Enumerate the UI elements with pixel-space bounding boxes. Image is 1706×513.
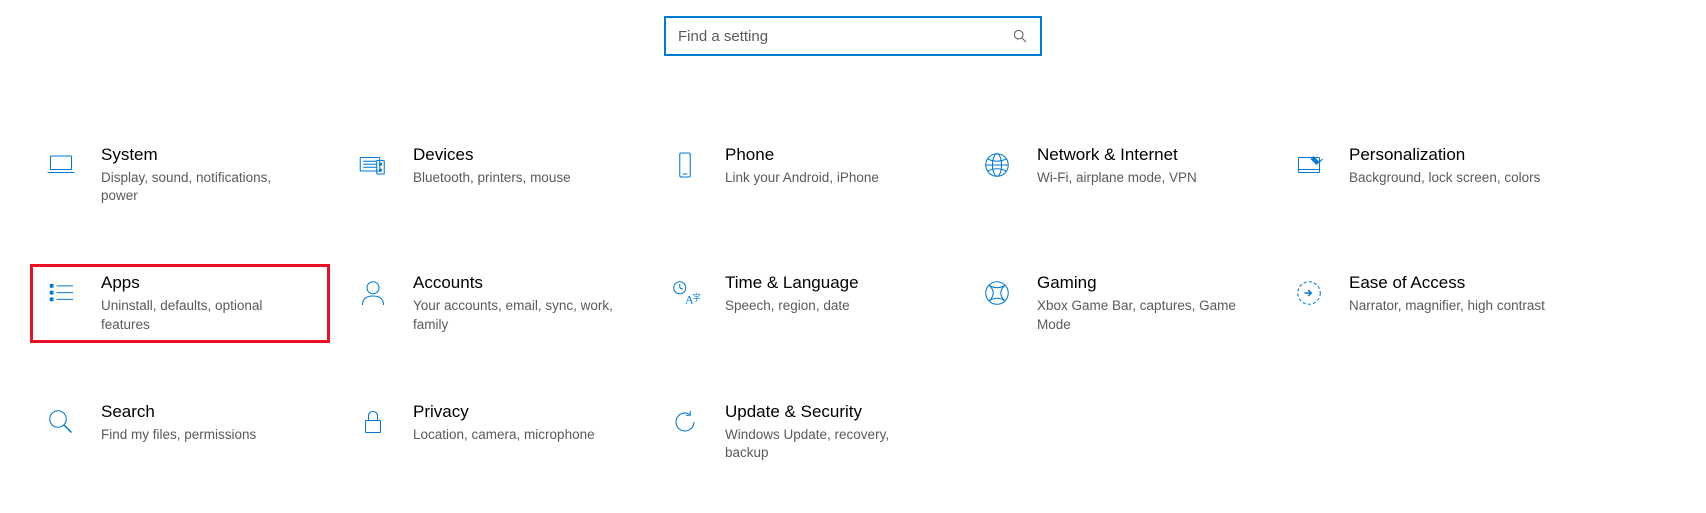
- tile-desc: Background, lock screen, colors: [1349, 169, 1549, 187]
- time-language-icon: A 字: [665, 273, 705, 313]
- tile-title: System: [101, 145, 319, 165]
- laptop-icon: [41, 145, 81, 185]
- tile-network[interactable]: Network & Internet Wi-Fi, airplane mode,…: [966, 136, 1266, 214]
- tile-desc: Speech, region, date: [725, 297, 925, 315]
- tile-desc: Link your Android, iPhone: [725, 169, 925, 187]
- tile-desc: Bluetooth, printers, mouse: [413, 169, 613, 187]
- tile-desc: Your accounts, email, sync, work, family: [413, 297, 613, 333]
- search-box[interactable]: [664, 16, 1042, 56]
- update-icon: [665, 402, 705, 442]
- person-icon: [353, 273, 393, 313]
- tile-ease-of-access[interactable]: Ease of Access Narrator, magnifier, high…: [1278, 264, 1578, 342]
- tile-phone[interactable]: Phone Link your Android, iPhone: [654, 136, 954, 214]
- search-icon: [1012, 28, 1028, 44]
- tile-title: Time & Language: [725, 273, 943, 293]
- globe-icon: [977, 145, 1017, 185]
- lock-icon: [353, 402, 393, 442]
- tile-title: Accounts: [413, 273, 631, 293]
- tile-title: Privacy: [413, 402, 631, 422]
- tile-devices[interactable]: Devices Bluetooth, printers, mouse: [342, 136, 642, 214]
- keyboard-icon: [353, 145, 393, 185]
- tile-desc: Location, camera, microphone: [413, 426, 613, 444]
- tile-title: Update & Security: [725, 402, 943, 422]
- tile-time-language[interactable]: A 字 Time & Language Speech, region, date: [654, 264, 954, 342]
- tile-apps[interactable]: Apps Uninstall, defaults, optional featu…: [30, 264, 330, 342]
- tile-title: Network & Internet: [1037, 145, 1255, 165]
- tile-desc: Find my files, permissions: [101, 426, 301, 444]
- tile-search[interactable]: Search Find my files, permissions: [30, 393, 330, 471]
- tile-desc: Display, sound, notifications, power: [101, 169, 301, 205]
- settings-grid: System Display, sound, notifications, po…: [0, 56, 1706, 471]
- search-input[interactable]: [678, 28, 1004, 45]
- tile-title: Phone: [725, 145, 943, 165]
- tile-title: Apps: [101, 273, 319, 293]
- ease-of-access-icon: [1289, 273, 1329, 313]
- tile-desc: Narrator, magnifier, high contrast: [1349, 297, 1549, 315]
- tile-desc: Xbox Game Bar, captures, Game Mode: [1037, 297, 1237, 333]
- tile-desc: Uninstall, defaults, optional features: [101, 297, 301, 333]
- apps-list-icon: [41, 273, 81, 313]
- tile-title: Devices: [413, 145, 631, 165]
- tile-title: Ease of Access: [1349, 273, 1567, 293]
- tile-desc: Wi-Fi, airplane mode, VPN: [1037, 169, 1237, 187]
- tile-privacy[interactable]: Privacy Location, camera, microphone: [342, 393, 642, 471]
- tile-title: Gaming: [1037, 273, 1255, 293]
- tile-system[interactable]: System Display, sound, notifications, po…: [30, 136, 330, 214]
- tile-update-security[interactable]: Update & Security Windows Update, recove…: [654, 393, 954, 471]
- tile-title: Search: [101, 402, 319, 422]
- tile-gaming[interactable]: Gaming Xbox Game Bar, captures, Game Mod…: [966, 264, 1266, 342]
- tile-desc: Windows Update, recovery, backup: [725, 426, 925, 462]
- paint-icon: [1289, 145, 1329, 185]
- tile-personalization[interactable]: Personalization Background, lock screen,…: [1278, 136, 1578, 214]
- xbox-icon: [977, 273, 1017, 313]
- magnifier-icon: [41, 402, 81, 442]
- phone-icon: [665, 145, 705, 185]
- tile-title: Personalization: [1349, 145, 1567, 165]
- svg-text:字: 字: [693, 293, 701, 303]
- tile-accounts[interactable]: Accounts Your accounts, email, sync, wor…: [342, 264, 642, 342]
